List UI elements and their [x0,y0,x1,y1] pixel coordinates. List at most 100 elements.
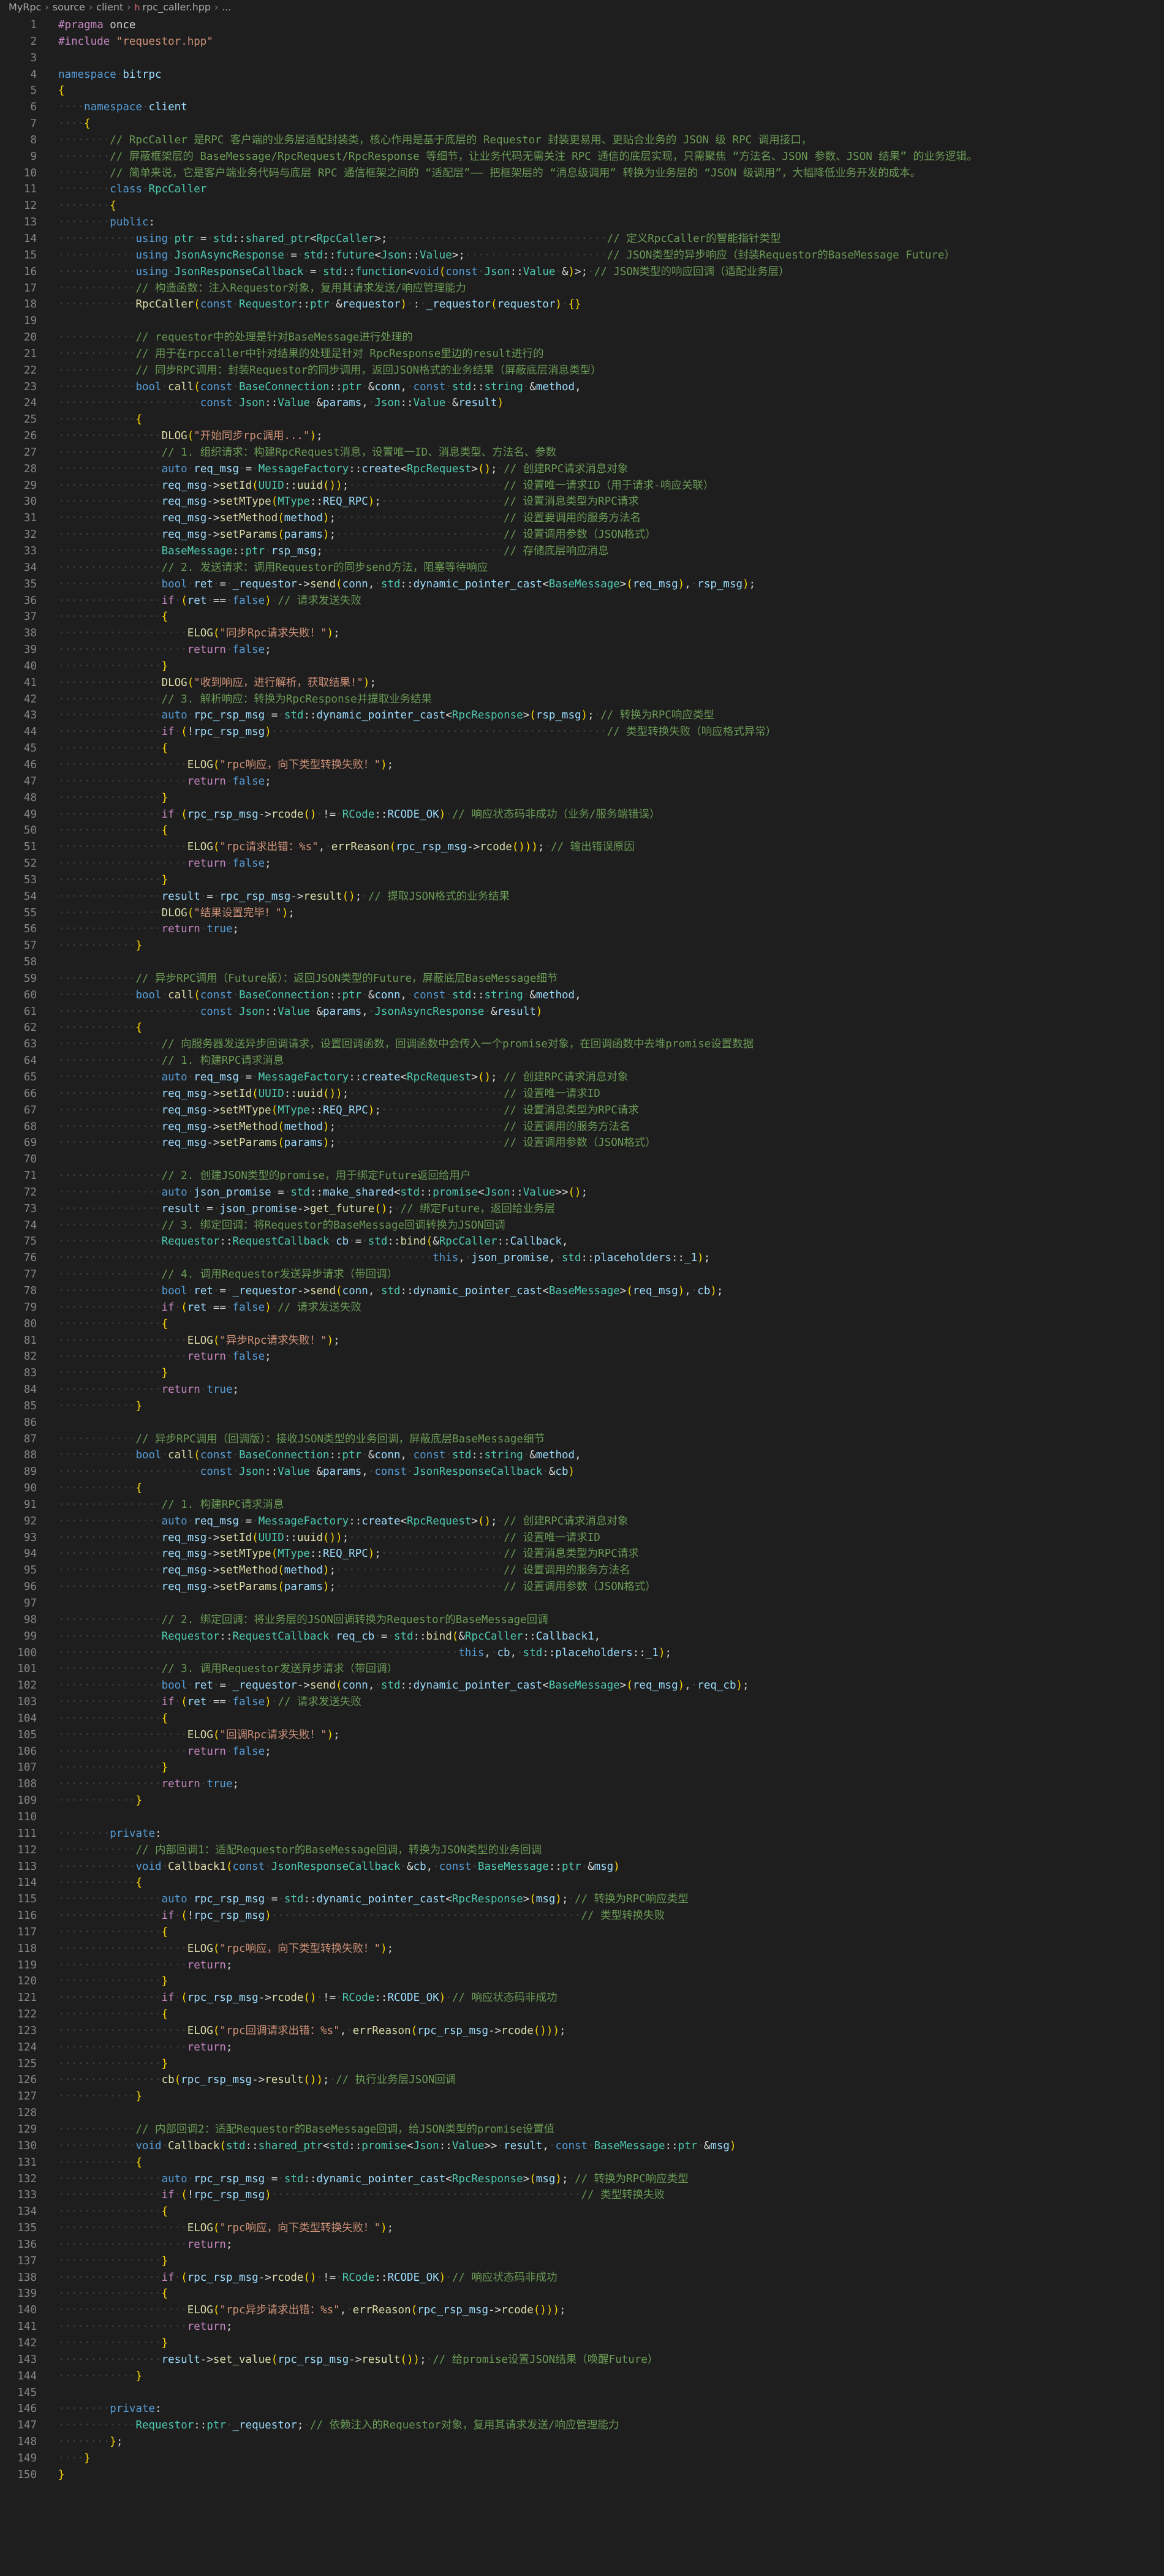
code-line[interactable]: 123 ····················ELOG("rpc回调请求出错：%… [0,2023,1164,2039]
code-line[interactable]: 55 ················DLOG("结果设置完毕！"); [0,905,1164,922]
code-line[interactable]: 138 ················if·(rpc_rsp_msg->rcod… [0,2270,1164,2286]
code-line[interactable]: 107 ················} [0,1760,1164,1776]
code-line[interactable]: 79 ················if·(ret·==·false)·// 请… [0,1300,1164,1316]
code-line[interactable]: 22 ············// 同步RPC调用：封装Requestor的同步调… [0,363,1164,379]
code-line[interactable]: 1 #pragma once [0,17,1164,34]
code-line[interactable]: 105 ····················ELOG("回调Rpc请求失败！"… [0,1727,1164,1744]
code-line[interactable]: 97 [0,1595,1164,1612]
code-line[interactable]: 125 ················} [0,2056,1164,2073]
code-line[interactable]: 69 ················req_msg->setParams(par… [0,1135,1164,1151]
code-line[interactable]: 42 ················// 3. 解析响应：转换为RpcRespo… [0,691,1164,708]
code-line[interactable]: 98 ················// 2. 绑定回调：将业务层的JSON回调… [0,1612,1164,1629]
code-line[interactable]: 49 ················if·(rpc_rsp_msg->rcode… [0,807,1164,823]
code-line[interactable]: 142 ················} [0,2335,1164,2352]
code-line[interactable]: 3 [0,50,1164,67]
code-line[interactable]: 4 namespace·bitrpc [0,67,1164,83]
code-line[interactable]: 41 ················DLOG("收到响应，进行解析，获取结果!"… [0,675,1164,691]
code-line[interactable]: 106 ····················return·false; [0,1744,1164,1760]
code-line[interactable]: 118 ····················ELOG("rpc响应，向下类型转… [0,1941,1164,1957]
code-line[interactable]: 100 ·····································… [0,1645,1164,1662]
code-line[interactable]: 14 ············using·ptr·=·std::shared_pt… [0,231,1164,247]
code-line[interactable]: 10 ········// 简单来说，它是客户端业务代码与底层 RPC 通信框架之… [0,165,1164,182]
code-line[interactable]: 93 ················req_msg->setId(UUID::u… [0,1530,1164,1546]
code-line[interactable]: 48 ················} [0,790,1164,807]
code-line[interactable]: 65 ················auto·req_msg·=·Message… [0,1069,1164,1086]
code-line[interactable]: 104 ················{ [0,1711,1164,1727]
code-line[interactable]: 54 ················result·=·rpc_rsp_msg->… [0,889,1164,905]
code-line[interactable]: 135 ····················ELOG("rpc响应，向下类型转… [0,2220,1164,2237]
code-line[interactable]: 28 ················auto·req_msg·=·Message… [0,461,1164,478]
code-line[interactable]: 81 ····················ELOG("异步Rpc请求失败！")… [0,1333,1164,1349]
code-line[interactable]: 90 ············{ [0,1480,1164,1497]
code-line[interactable]: 82 ····················return·false; [0,1349,1164,1365]
code-line[interactable]: 85 ············} [0,1398,1164,1415]
code-line[interactable]: 143 ················result->set_value(rpc… [0,2352,1164,2368]
code-line[interactable]: 62 ············{ [0,1020,1164,1036]
code-line[interactable]: 47 ····················return·false; [0,774,1164,790]
code-line[interactable]: 8 ········// RpcCaller 是RPC 客户端的业务层适配封装类，… [0,132,1164,149]
breadcrumb-item-source[interactable]: source [53,1,85,13]
code-line[interactable]: 66 ················req_msg->setId(UUID::u… [0,1086,1164,1102]
code-line[interactable]: 112 ············// 内部回调1：适配Requestor的Base… [0,1842,1164,1859]
code-line[interactable]: 50 ················{ [0,823,1164,839]
code-line[interactable]: 128 [0,2105,1164,2122]
code-line[interactable]: 141 ····················return; [0,2319,1164,2335]
code-line[interactable]: 88 ············bool·call(const·BaseConnec… [0,1447,1164,1464]
code-line[interactable]: 150} [0,2467,1164,2484]
code-line[interactable]: 99 ················Requestor::RequestCall… [0,1629,1164,1645]
code-line[interactable]: 20 ············// requestor中的处理是针对BaseMes… [0,330,1164,346]
code-line[interactable]: 124 ····················return; [0,2039,1164,2056]
code-line[interactable]: 92 ················auto·req_msg·=·Message… [0,1513,1164,1530]
code-line[interactable]: 78 ················bool·ret·=·_requestor-… [0,1283,1164,1300]
breadcrumb-item-client[interactable]: client [96,1,123,13]
code-line[interactable]: 35 ················bool·ret·=·_requestor-… [0,576,1164,593]
code-line[interactable]: 44 ················if·(!rpc_rsp_msg)·····… [0,724,1164,740]
code-line[interactable]: 102 ················bool·ret·=·_requestor… [0,1678,1164,1694]
code-line[interactable]: 67 ················req_msg->setMType(MTyp… [0,1102,1164,1119]
code-line[interactable]: 19 [0,313,1164,330]
code-line[interactable]: 84 ················return·true; [0,1382,1164,1398]
code-line[interactable]: 59 ············// 异步RPC调用（Future版）：返回JSON… [0,971,1164,987]
code-line[interactable]: 5{ [0,83,1164,99]
code-line[interactable]: 121 ················if·(rpc_rsp_msg->rcod… [0,1990,1164,2006]
code-line[interactable]: 122 ················{ [0,2006,1164,2023]
code-line[interactable]: 23 ············bool·call(const·BaseConnec… [0,379,1164,396]
code-line[interactable]: 12 ········{ [0,198,1164,214]
code-line[interactable]: 39 ····················return·false; [0,642,1164,658]
code-line[interactable]: 76 ······································… [0,1250,1164,1267]
code-line[interactable]: 115 ················auto·rpc_rsp_msg·=·st… [0,1891,1164,1908]
code-line[interactable]: 148 ········}; [0,2434,1164,2450]
code-line[interactable]: 73 ················result·=·json_promise-… [0,1201,1164,1218]
code-line[interactable]: 108 ················return·true; [0,1776,1164,1793]
code-line[interactable]: 29 ················req_msg->setId(UUID::u… [0,478,1164,494]
code-line[interactable]: 80 ················{ [0,1316,1164,1333]
code-line[interactable]: 34 ················// 2. 发送请求：调用Requestor… [0,560,1164,576]
breadcrumb-item-symbols[interactable]: ... [222,1,231,13]
code-line[interactable]: 129 ············// 内部回调2：适配Requestor的Base… [0,2122,1164,2138]
code-line[interactable]: 103 ················if·(ret·==·false)·// … [0,1694,1164,1711]
code-line[interactable]: 87 ············// 异步RPC调用（回调版）：接收JSON类型的业… [0,1431,1164,1448]
code-line[interactable]: 113 ············void·Callback1(const·Json… [0,1859,1164,1875]
code-line[interactable]: 149 ····} [0,2450,1164,2467]
code-line[interactable]: 30 ················req_msg->setMType(MTyp… [0,494,1164,510]
code-line[interactable]: 2 #include "requestor.hpp" [0,34,1164,50]
code-line[interactable]: 7 ····{ [0,116,1164,132]
code-line[interactable]: 117 ················{ [0,1924,1164,1941]
code-line[interactable]: 144 ············} [0,2368,1164,2385]
code-line[interactable]: 68 ················req_msg->setMethod(met… [0,1119,1164,1135]
code-line[interactable]: 120 ················} [0,1973,1164,1990]
code-line[interactable]: 38 ····················ELOG("同步Rpc请求失败！")… [0,625,1164,642]
code-line[interactable]: 126 ················cb(rpc_rsp_msg->resul… [0,2072,1164,2088]
code-line[interactable]: 131 ············{ [0,2155,1164,2171]
code-line[interactable]: 134 ················{ [0,2204,1164,2220]
code-line[interactable]: 52 ····················return·false; [0,856,1164,872]
code-line[interactable]: 11 ········class·RpcCaller [0,181,1164,198]
code-line[interactable]: 15 ············using·JsonAsyncResponse·=·… [0,247,1164,264]
code-line[interactable]: 70 [0,1151,1164,1168]
code-editor[interactable]: 1 #pragma once 2 #include "requestor.hpp" 3 4… [0,15,1164,2484]
code-line[interactable]: 53 ················} [0,872,1164,889]
code-line[interactable]: 116 ················if·(!rpc_rsp_msg)····… [0,1908,1164,1924]
code-line[interactable]: 95 ················req_msg->setMethod(met… [0,1562,1164,1579]
code-line[interactable]: 89 ······················const·Json::Valu… [0,1464,1164,1480]
code-line[interactable]: 32 ················req_msg->setParams(par… [0,527,1164,543]
